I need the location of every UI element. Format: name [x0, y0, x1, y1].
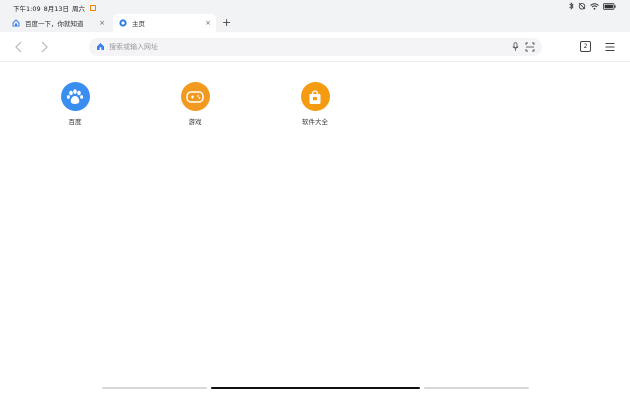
tab-baidu[interactable]: 百度一下，你就知道 × [12, 14, 110, 32]
status-weekday: 周六 [72, 5, 86, 13]
status-date: 8月13日 [43, 5, 70, 13]
paw-icon [60, 82, 90, 111]
baidu-home-icon [12, 19, 20, 27]
battery-icon [603, 2, 616, 10]
back-button[interactable] [13, 40, 25, 54]
forward-button[interactable] [38, 40, 50, 54]
notification-icon [90, 5, 97, 11]
gesture-home[interactable] [211, 387, 420, 389]
new-tab-button[interactable]: + [222, 16, 231, 30]
bluetooth-icon [569, 2, 574, 10]
address-bar[interactable]: 搜索或输入网址 [89, 38, 542, 56]
gesture-right[interactable] [424, 387, 529, 389]
menu-icon[interactable] [605, 42, 615, 52]
tab-strip: 百度一下，你就知道 × 主页 × + [0, 14, 630, 32]
shortcut-software[interactable]: 软件大全 [285, 82, 345, 126]
home-icon [97, 43, 104, 50]
tab-title: 百度一下，你就知道 [25, 20, 84, 28]
search-input[interactable]: 搜索或输入网址 [109, 42, 158, 52]
shortcut-label: 百度 [68, 118, 82, 126]
status-time: 下午1:09 [13, 5, 41, 13]
status-left: 下午1:09 8月13日 周六 [13, 3, 97, 13]
tab-title: 主页 [132, 20, 145, 28]
tab-switcher-button[interactable]: 2 [580, 41, 591, 52]
shortcut-baidu[interactable]: 百度 [45, 82, 105, 126]
gesture-bar [0, 387, 630, 390]
tab-home[interactable]: 主页 × [113, 14, 216, 32]
gesture-left[interactable] [102, 387, 207, 389]
gamepad-icon [180, 82, 210, 111]
browser-logo-icon [119, 19, 127, 27]
shortcut-label: 软件大全 [302, 118, 328, 126]
toolbar: 搜索或输入网址 2 [0, 32, 630, 62]
status-right [569, 2, 616, 10]
tab-close-button[interactable]: × [99, 19, 105, 27]
status-bar: 下午1:09 8月13日 周六 [0, 0, 630, 14]
shopping-bag-icon [300, 82, 330, 111]
shortcut-games[interactable]: 游戏 [165, 82, 225, 126]
shortcut-label: 游戏 [188, 118, 202, 126]
wifi-icon [590, 2, 599, 10]
scan-icon[interactable] [525, 42, 535, 52]
alarm-off-icon [578, 2, 586, 10]
tab-close-button[interactable]: × [205, 19, 211, 27]
microphone-icon[interactable] [512, 42, 519, 52]
